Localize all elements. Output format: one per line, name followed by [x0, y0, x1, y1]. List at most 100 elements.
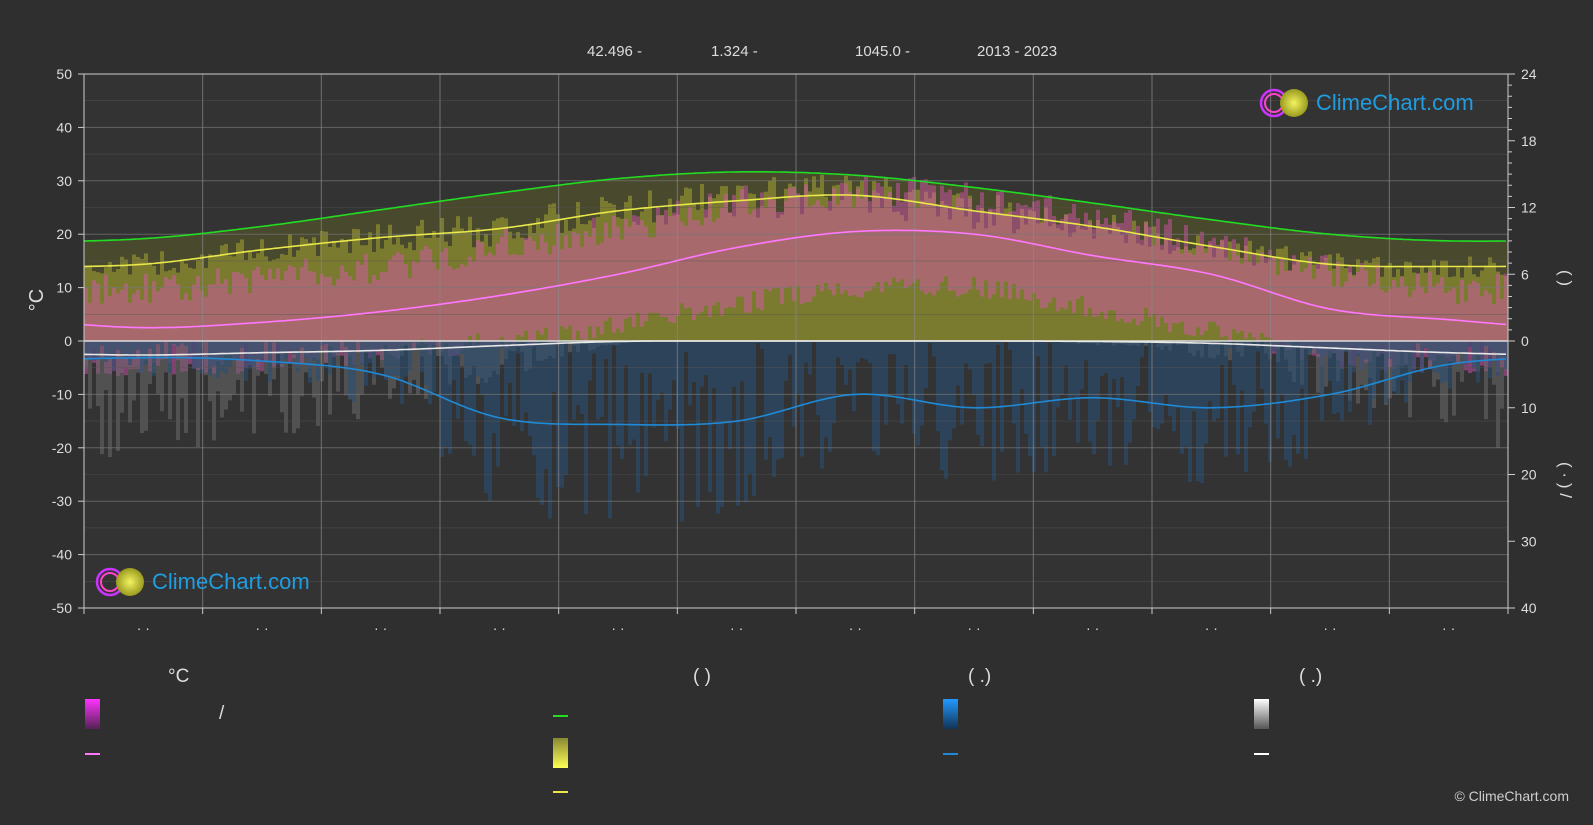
left-tick-label: -50 — [52, 600, 72, 616]
rain-bar — [1256, 341, 1260, 352]
temp-range-bar — [1212, 237, 1216, 322]
temp-range-bar — [1240, 263, 1244, 332]
temp-range-bar — [588, 236, 592, 327]
rain-bar — [1340, 341, 1344, 421]
temp-range-bar — [872, 190, 876, 287]
rain-bar — [688, 341, 692, 406]
rain-bar — [1172, 341, 1176, 432]
rain-bar — [252, 341, 256, 367]
rain-bar — [424, 341, 428, 386]
month-label: · · — [1086, 620, 1099, 636]
temp-range-bar — [1268, 249, 1272, 338]
climate-chart-page: 42.496 - 1.324 - 1045.0 - 2013 - 2023 50… — [0, 0, 1593, 825]
temp-range-bar — [552, 245, 556, 344]
rain-bar — [1084, 341, 1088, 361]
rain-bar — [920, 341, 924, 426]
temp-range-bar — [844, 183, 848, 291]
rain-bar — [1468, 341, 1472, 347]
temp-range-bar — [1224, 235, 1228, 336]
rain-bar — [1248, 341, 1252, 428]
snow-bar — [264, 341, 268, 374]
logo-icon — [95, 567, 144, 597]
right-lower-tick-label: 30 — [1521, 533, 1537, 549]
rain-bar — [1056, 341, 1060, 408]
rain-bar — [1096, 341, 1100, 422]
rain-bar — [176, 341, 180, 347]
legend-sunshine-line — [553, 791, 568, 793]
temp-range-bar — [832, 188, 836, 296]
temp-range-bar — [1284, 270, 1288, 350]
temp-range-bar — [1088, 221, 1092, 308]
temp-range-bar — [920, 179, 924, 291]
month-label: · · — [849, 620, 862, 636]
temp-range-bar — [1004, 213, 1008, 282]
rain-bar — [468, 341, 472, 446]
rain-bar — [1408, 341, 1412, 382]
rain-bar — [1032, 341, 1036, 472]
rain-bar — [600, 341, 604, 417]
temp-range-bar — [936, 205, 940, 291]
temp-range-bar — [1192, 255, 1196, 336]
temp-range-bar — [420, 250, 424, 340]
rain-bar — [1020, 341, 1024, 390]
rain-bar — [388, 341, 392, 378]
temp-range-bar — [432, 262, 436, 345]
logo-text: ClimeChart.com — [1316, 90, 1474, 115]
temp-range-bar — [492, 255, 496, 346]
rain-bar — [984, 341, 988, 364]
temp-range-bar — [888, 192, 892, 286]
rain-bar — [968, 341, 972, 370]
rain-bar — [808, 341, 812, 375]
temp-range-bar — [892, 205, 896, 278]
rain-bar — [96, 341, 100, 360]
temp-range-bar — [1036, 200, 1040, 300]
legend-temp-band-swatch — [85, 699, 100, 729]
month-label: · · — [611, 620, 624, 636]
rain-bar — [784, 341, 788, 381]
rain-bar — [1296, 341, 1300, 454]
rain-bar — [1208, 341, 1212, 402]
rain-bar — [300, 341, 304, 348]
temp-range-bar — [384, 271, 388, 345]
month-label: · · — [967, 620, 980, 636]
temp-range-bar — [500, 236, 504, 337]
rain-bar — [876, 341, 880, 456]
logo-text: ClimeChart.com — [152, 569, 310, 594]
rain-bar — [1240, 341, 1244, 391]
left-tick-label: 30 — [56, 173, 72, 189]
temp-range-bar — [780, 211, 784, 304]
temp-range-bar — [980, 192, 984, 297]
temp-range-bar — [1252, 253, 1256, 338]
temp-range-bar — [1124, 212, 1128, 323]
rain-bar — [588, 341, 592, 381]
left-tick-label: 50 — [56, 66, 72, 82]
month-label: · · — [137, 620, 150, 636]
right-lower-axis-label: ( · ) / — [1556, 462, 1575, 498]
temp-range-bar — [1260, 252, 1264, 334]
rain-bar — [1152, 341, 1156, 428]
temp-range-bar — [1044, 198, 1048, 308]
temp-range-bar — [1056, 224, 1060, 312]
left-tick-label: 20 — [56, 226, 72, 242]
rain-bar — [1436, 341, 1440, 374]
temp-range-bar — [880, 186, 884, 293]
legend-temp-head: °C — [168, 666, 190, 687]
rain-bar — [900, 341, 904, 424]
rain-bar — [472, 341, 476, 456]
temp-range-bar — [1000, 190, 1004, 298]
rain-bar — [992, 341, 996, 481]
rain-bar — [440, 341, 444, 457]
temp-range-bar — [472, 261, 476, 348]
temp-range-bar — [672, 212, 676, 323]
rain-bar — [332, 341, 336, 368]
temp-range-bar — [1256, 263, 1260, 342]
rain-bar — [1376, 341, 1380, 384]
rain-bar — [836, 341, 840, 358]
temp-range-bar — [540, 234, 544, 335]
temp-range-bar — [1132, 233, 1136, 319]
rain-bar — [1052, 341, 1056, 457]
right-upper-tick-label: 24 — [1521, 66, 1537, 82]
rain-bar — [1472, 341, 1476, 369]
temp-range-bar — [896, 182, 900, 283]
temp-range-bar — [1236, 255, 1240, 333]
